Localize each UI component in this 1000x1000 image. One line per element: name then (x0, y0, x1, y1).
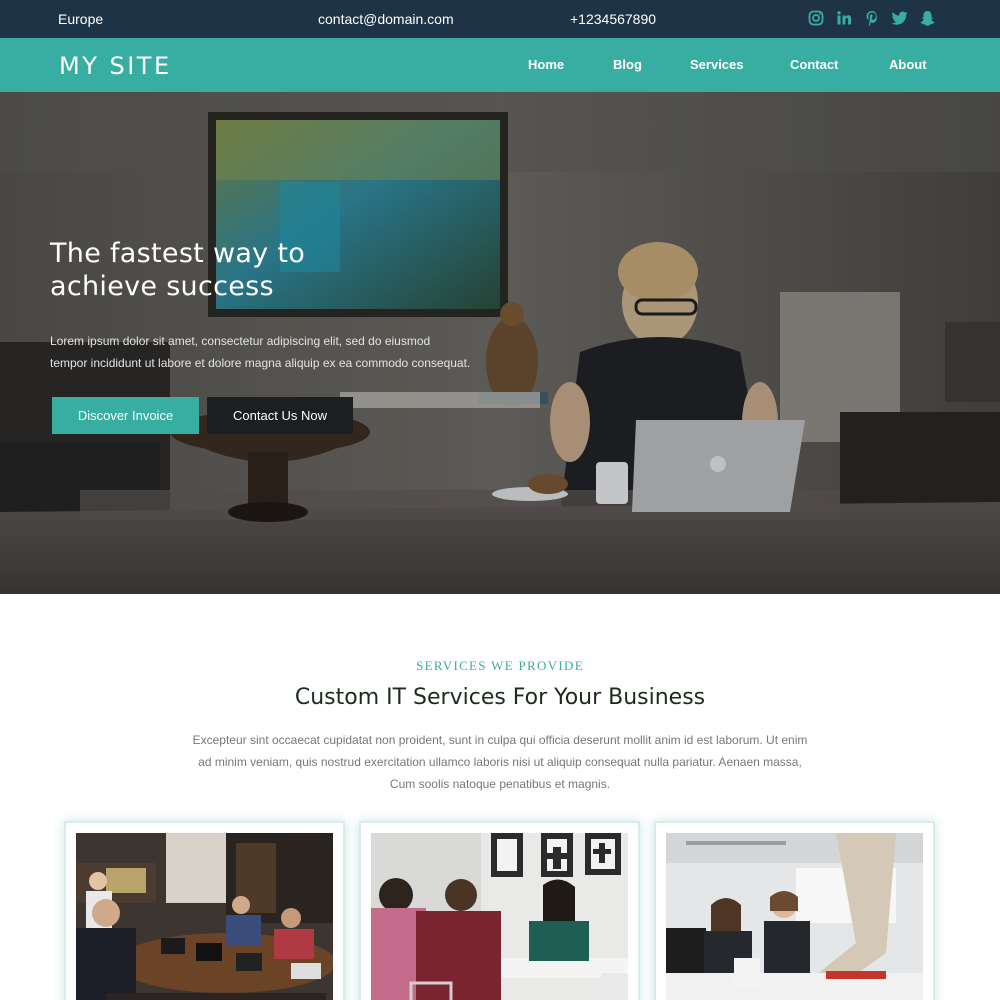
meeting-room-photo (76, 833, 333, 1000)
hero-description-line2: tempor incididunt ut labore et dolore ma… (50, 356, 471, 370)
team-discussion-photo (371, 833, 628, 1000)
twitter-icon[interactable] (890, 7, 909, 29)
hero-description-line1: Lorem ipsum dolor sit amet, consectetur … (50, 334, 431, 348)
region-label: Europe (58, 11, 104, 27)
top-info-bar: Europe contact@domain.com +1234567890 (0, 0, 1000, 38)
nav-link-contact[interactable]: Contact (790, 57, 838, 72)
nav-link-about[interactable]: About (889, 57, 927, 72)
nav-link-services[interactable]: Services (690, 57, 744, 72)
services-description-line1: Excepteur sint occaecat cupidatat non pr… (192, 733, 808, 747)
hero-title-line1: The fastest way to (50, 238, 306, 269)
service-card-3[interactable] (654, 821, 935, 1000)
services-title: Custom IT Services For Your Business (294, 685, 706, 710)
service-card-1[interactable] (64, 821, 345, 1000)
snapchat-icon[interactable] (918, 7, 937, 29)
services-description-line3: Cum soolis natoque penatibus et magnis. (389, 777, 611, 791)
discover-invoice-button[interactable]: Discover Invoice (52, 397, 199, 434)
nav-link-home[interactable]: Home (528, 57, 564, 72)
instagram-icon[interactable] (806, 7, 825, 29)
office-workers-photo (666, 833, 923, 1000)
hero-title: The fastest way to achieve success (50, 237, 370, 303)
hero-title-line2: achieve success (50, 271, 274, 302)
site-logo[interactable]: MY SITE (59, 52, 172, 80)
hero-description: Lorem ipsum dolor sit amet, consectetur … (50, 330, 490, 374)
social-links (806, 7, 937, 29)
contact-email[interactable]: contact@domain.com (318, 11, 454, 27)
contact-us-now-button[interactable]: Contact Us Now (207, 397, 353, 434)
pinterest-icon[interactable] (862, 7, 881, 29)
services-description: Excepteur sint occaecat cupidatat non pr… (190, 729, 810, 795)
services-kicker: SERVICES WE PROVIDE (416, 658, 584, 673)
main-navbar: MY SITE Home Blog Services Contact About (0, 38, 1000, 92)
hero-section: The fastest way to achieve success Lorem… (0, 92, 1000, 594)
service-card-2[interactable] (359, 821, 640, 1000)
services-description-line2: ad minim veniam, quis nostrud exercitati… (198, 755, 802, 769)
linkedin-icon[interactable] (834, 7, 853, 29)
contact-phone[interactable]: +1234567890 (570, 11, 656, 27)
nav-link-blog[interactable]: Blog (613, 57, 642, 72)
